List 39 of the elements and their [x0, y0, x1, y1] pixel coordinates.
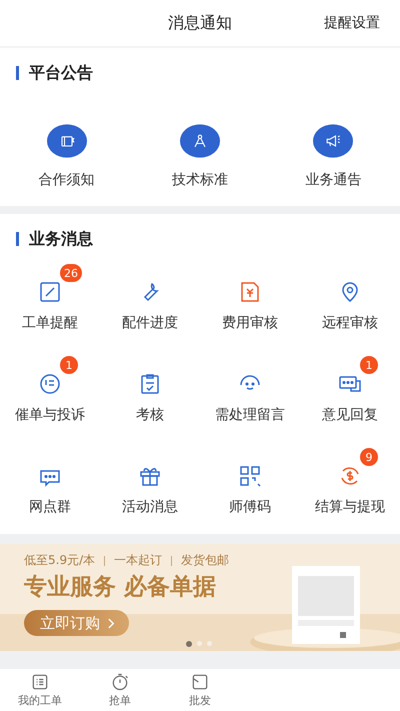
- message-category-icon[interactable]: [238, 464, 262, 488]
- message-category-label[interactable]: 远程审核: [322, 314, 378, 332]
- message-category-label[interactable]: 师傅码: [229, 498, 271, 516]
- announcement-label[interactable]: 技术标准: [172, 171, 228, 189]
- tab-bar-item[interactable]: 批发: [160, 669, 240, 711]
- page-title: 消息通知: [168, 12, 232, 34]
- message-category-label[interactable]: 网点群: [29, 498, 71, 516]
- banner-tagline: 发货包邮: [181, 552, 230, 569]
- section-title: 平台公告: [29, 62, 93, 84]
- message-category-label[interactable]: 工单提醒: [22, 314, 78, 332]
- message-category-icon[interactable]: [38, 280, 62, 304]
- banner-tagline: 一本起订: [114, 552, 162, 569]
- message-category-label[interactable]: 需处理留言: [215, 406, 285, 424]
- announcement-label[interactable]: 业务通告: [305, 171, 362, 189]
- message-category-label[interactable]: 费用审核: [222, 314, 278, 332]
- reminder-settings-link[interactable]: 提醒设置: [324, 14, 380, 32]
- message-category-label[interactable]: 配件进度: [122, 314, 178, 332]
- unread-count: 9: [360, 448, 378, 466]
- unread-count: 26: [60, 264, 82, 282]
- announcement-label[interactable]: 合作须知: [38, 171, 95, 189]
- list-icon: [30, 672, 50, 692]
- message-category-label[interactable]: 结算与提现: [315, 498, 385, 516]
- message-category-label[interactable]: 意见回复: [322, 406, 378, 424]
- banner-tagline: 低至5.9元/本: [24, 552, 96, 569]
- chevron-icon: [108, 618, 115, 628]
- message-category-label[interactable]: 催单与投诉: [15, 406, 85, 424]
- carousel-dot[interactable]: [207, 641, 212, 646]
- tab-bar-item[interactable]: 抢单: [80, 669, 160, 711]
- section-title: 业务消息: [29, 228, 93, 250]
- unread-count: 1: [60, 356, 78, 374]
- tab-bar-item[interactable]: 我的工单: [0, 669, 80, 711]
- message-category-label[interactable]: 活动消息: [122, 498, 178, 516]
- box-icon: [190, 672, 210, 692]
- message-category-label[interactable]: 考核: [136, 406, 164, 424]
- carousel-dot[interactable]: [197, 641, 202, 646]
- message-category-icon[interactable]: [38, 372, 62, 396]
- banner-headline: 专业服务 必备单据: [24, 573, 216, 602]
- unread-count: 1: [360, 356, 378, 374]
- stopwatch-icon: [110, 672, 130, 692]
